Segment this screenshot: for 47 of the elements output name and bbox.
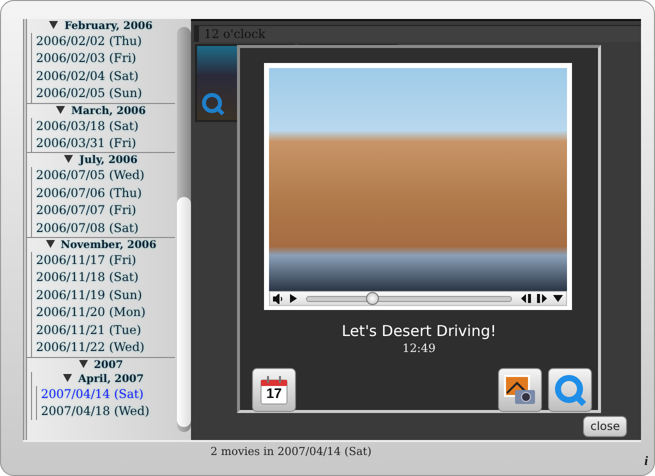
scrollbar-thumb[interactable] [177,197,191,427]
movie-title: Let's Desert Driving! [340,321,498,342]
status-text: 2 movies in 2007/04/14 (Sat) [209,444,373,460]
date-item[interactable]: 2007/04/18 (Wed) [37,402,175,420]
seek-thumb[interactable] [366,292,380,304]
triangle-icon[interactable] [64,155,74,164]
group-header[interactable]: February, 2006 [64,20,153,32]
group-header[interactable]: July, 2006 [79,154,138,166]
date-item[interactable]: 2006/07/05 (Wed) [32,167,175,185]
play-icon[interactable] [290,294,297,303]
triangle-icon[interactable] [63,374,72,382]
step-forward-icon[interactable] [537,294,547,303]
dropdown-caret-icon[interactable] [553,295,563,302]
date-item[interactable]: 2006/07/06 (Thu) [32,184,175,202]
step-back-icon[interactable] [521,294,531,303]
date-item[interactable]: 2006/02/02 (Thu) [32,33,175,50]
quicktime-button[interactable] [548,368,592,412]
volume-icon[interactable] [273,294,284,304]
scrollbar-track[interactable] [177,27,191,432]
date-item[interactable]: 2006/11/19 (Sun) [32,286,175,304]
date-item[interactable]: 2006/11/21 (Tue) [32,322,175,340]
date-item[interactable]: 2006/07/07 (Fri) [32,202,175,220]
date-item[interactable]: 2006/03/18 (Sat) [32,118,175,136]
photo-camera-icon [503,373,537,407]
group-header[interactable]: November, 2006 [60,239,156,252]
date-item[interactable]: 2006/11/17 (Fri) [32,252,175,270]
date-item[interactable]: 2006/03/31 (Fri) [32,135,175,152]
close-button[interactable]: close [583,416,627,437]
date-item[interactable]: 2007/04/14 (Sat) [37,386,175,403]
date-item[interactable]: 2006/02/04 (Sat) [32,68,175,86]
triangle-icon[interactable] [56,106,66,114]
date-item[interactable]: 2006/11/20 (Mon) [32,304,175,322]
group-header[interactable]: March, 2006 [71,104,146,117]
group-header[interactable]: April, 2007 [78,372,144,384]
movie-time: 12:49 [401,340,437,357]
calendar-button[interactable]: 17 [252,368,296,412]
group-header[interactable]: 2007 [94,358,124,370]
date-item[interactable]: 2006/11/22 (Wed) [32,339,175,356]
date-item[interactable]: 2006/07/08 (Sat) [32,220,175,238]
date-item[interactable]: 2006/02/05 (Sun) [32,85,175,103]
iphoto-button[interactable] [498,368,542,412]
date-item[interactable]: 2006/11/18 (Sat) [32,269,175,287]
date-item[interactable]: 2006/02/03 (Fri) [32,50,175,68]
triangle-icon[interactable] [49,21,58,29]
triangle-icon[interactable] [78,360,88,368]
info-button[interactable]: i [644,453,648,469]
triangle-icon[interactable] [46,240,55,248]
